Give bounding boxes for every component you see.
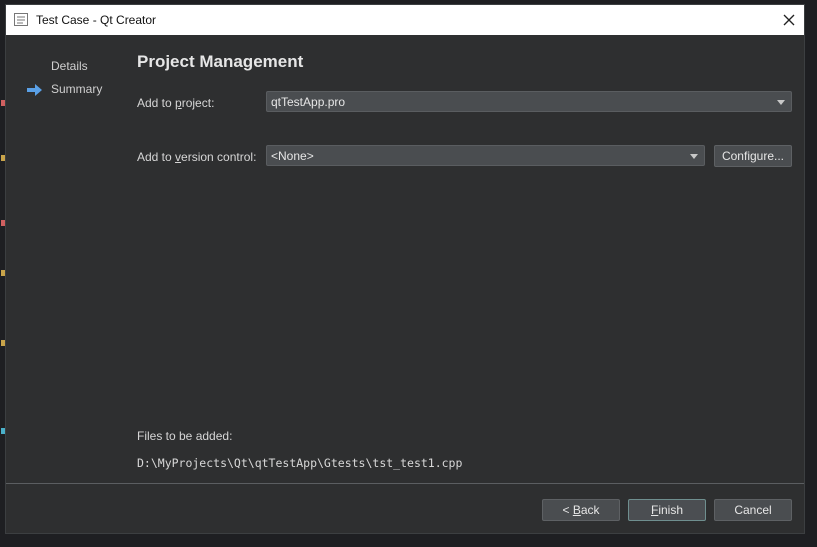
button-text: ack (580, 503, 600, 517)
back-button[interactable]: < Back (542, 499, 620, 521)
file-path: D:\MyProjects\Qt\qtTestApp\Gtests\tst_te… (137, 456, 463, 470)
window-title: Test Case - Qt Creator (36, 13, 157, 27)
label-accelerator: p (175, 96, 182, 110)
project-combo-value: qtTestApp.pro (271, 95, 346, 109)
version-control-combo[interactable]: <None> (266, 145, 705, 166)
cancel-button[interactable]: Cancel (714, 499, 792, 521)
finish-button[interactable]: Finish (628, 499, 706, 521)
label-text: roject: (181, 96, 215, 110)
current-step-arrow-icon (27, 84, 43, 99)
files-to-be-added-label: Files to be added: (137, 429, 233, 443)
step-details: Details (51, 59, 88, 73)
button-text: inish (658, 503, 684, 517)
wizard-steps: Details Summary (6, 35, 126, 455)
test-case-dialog: Test Case - Qt Creator Details Summary P… (5, 4, 805, 534)
configure-button[interactable]: Configure... (714, 145, 792, 167)
page-title: Project Management (137, 52, 304, 71)
step-summary: Summary (51, 82, 103, 96)
label-text: Add to (137, 150, 176, 164)
label-text: Add to (137, 96, 176, 110)
button-text: < (562, 503, 573, 517)
chevron-down-icon (777, 100, 785, 105)
label-text: ersion control: (181, 150, 257, 164)
version-control-combo-value: <None> (271, 149, 314, 163)
close-button[interactable] (774, 5, 804, 35)
add-to-version-control-label: Add to version control: (137, 150, 256, 164)
button-accelerator: B (572, 503, 581, 517)
chevron-down-icon (690, 154, 698, 159)
button-separator (6, 483, 804, 484)
project-combo[interactable]: qtTestApp.pro (266, 91, 792, 112)
add-to-project-label: Add to project: (137, 96, 214, 110)
title-bar[interactable]: Test Case - Qt Creator (6, 5, 804, 35)
app-icon (14, 13, 28, 26)
close-icon (783, 14, 795, 26)
